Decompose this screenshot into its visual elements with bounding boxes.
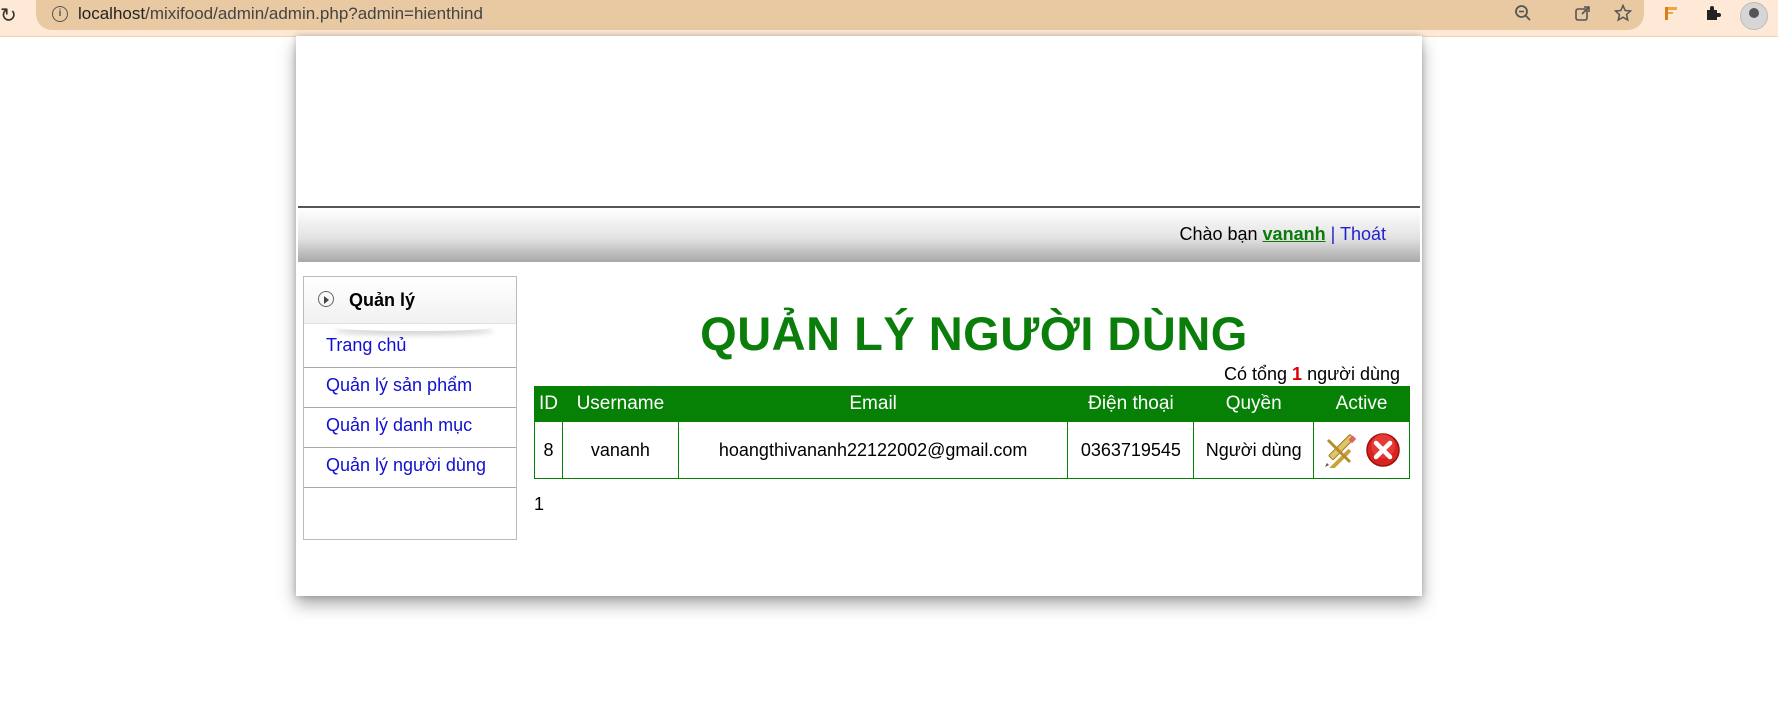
browser-toolbar: ↻ i localhost/mixifood/admin/admin.php?a… (0, 0, 1778, 37)
pagination-link[interactable]: 1 (534, 494, 544, 515)
cell-phone: 0363719545 (1067, 421, 1195, 479)
cell-username: vananh (561, 421, 679, 479)
sidebar-item-label[interactable]: Quản lý người dùng (326, 455, 486, 476)
user-bar: Chào bạn vananh | Thoát (298, 208, 1420, 262)
sidebar-item-label[interactable]: Quản lý sản phẩm (326, 375, 472, 396)
column-header-phone: Điện thoại (1067, 386, 1195, 422)
reload-icon[interactable]: ↻ (0, 4, 22, 28)
total-count: 1 (1292, 364, 1303, 384)
logout-link[interactable]: Thoát (1340, 224, 1386, 244)
url-host: localhost (78, 4, 146, 23)
url-path: /mixifood/admin/admin.php?admin=hienthin… (145, 4, 483, 23)
header-banner (298, 36, 1420, 208)
sidebar: Quản lý Trang chủ Quản lý sản phẩm Quản … (303, 276, 517, 540)
sidebar-item-products[interactable]: Quản lý sản phẩm (304, 367, 516, 408)
column-header-active: Active (1313, 386, 1410, 422)
sidebar-item-label[interactable]: Quản lý danh mục (326, 415, 472, 436)
star-icon[interactable] (1612, 3, 1634, 27)
cell-actions (1313, 421, 1410, 479)
users-table: ID Username Email Điện thoại Quyền Activ… (534, 386, 1410, 479)
cell-role: Người dùng (1193, 421, 1315, 479)
bookmark-icon[interactable] (1660, 4, 1682, 27)
cell-email: hoangthivananh22122002@gmail.com (677, 421, 1069, 479)
column-header-username: Username (561, 386, 679, 422)
address-bar[interactable]: i localhost/mixifood/admin/admin.php?adm… (36, 0, 1644, 30)
table-header-row: ID Username Email Điện thoại Quyền Activ… (534, 386, 1410, 422)
column-header-id: ID (534, 386, 563, 422)
info-icon[interactable]: i (52, 6, 68, 22)
cell-id: 8 (534, 421, 563, 479)
sidebar-title: Quản lý (349, 290, 416, 310)
profile-avatar[interactable] (1740, 2, 1768, 30)
total-suffix: người dùng (1307, 364, 1400, 384)
sidebar-header: Quản lý (304, 277, 516, 324)
separator: | (1330, 224, 1336, 244)
sidebar-item-label[interactable]: Trang chủ (326, 335, 406, 356)
column-header-role: Quyền (1193, 386, 1315, 422)
zoom-out-icon[interactable] (1512, 4, 1534, 27)
table-row: 8 vananh hoangthivananh22122002@gmail.co… (534, 421, 1410, 479)
extensions-icon[interactable] (1702, 4, 1724, 27)
sidebar-item-users[interactable]: Quản lý người dùng (304, 447, 516, 488)
username-link[interactable]: vananh (1263, 224, 1326, 244)
share-icon[interactable] (1572, 4, 1594, 27)
column-header-email: Email (677, 386, 1069, 422)
sidebar-item-home[interactable]: Trang chủ (304, 327, 516, 368)
total-prefix: Có tổng (1223, 364, 1288, 384)
url-text[interactable]: localhost/mixifood/admin/admin.php?admin… (78, 4, 483, 24)
greeting-text: Chào bạn (1179, 224, 1258, 244)
edit-pencil-icon[interactable] (1322, 432, 1358, 471)
delete-icon[interactable] (1365, 432, 1401, 468)
page-title: QUẢN LÝ NGƯỜI DÙNG (700, 307, 1248, 360)
sidebar-item-categories[interactable]: Quản lý danh mục (304, 407, 516, 448)
total-count-text: Có tổng 1 người dùng (1224, 364, 1400, 385)
play-circle-icon (318, 291, 334, 307)
greeting: Chào bạn vananh | Thoát (1179, 224, 1386, 245)
page-container: Chào bạn vananh | Thoát Quản lý Trang ch… (296, 36, 1422, 596)
